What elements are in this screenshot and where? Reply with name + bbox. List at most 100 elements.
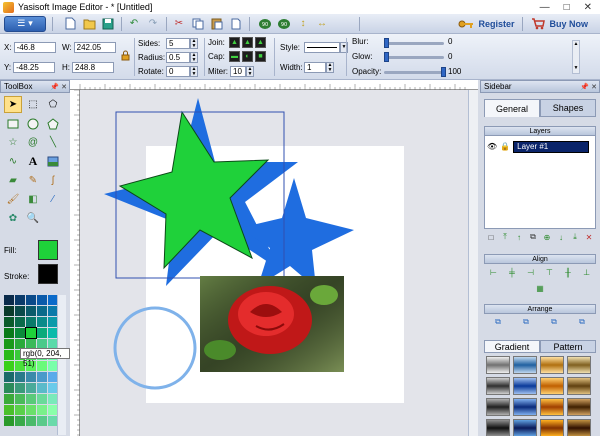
gradient-swatches[interactable] xyxy=(486,356,591,436)
lock-icon[interactable]: 🔒 xyxy=(500,142,510,151)
line-style-select[interactable] xyxy=(304,42,340,53)
brush-icon[interactable]: 🖌 xyxy=(4,191,22,208)
palette-swatch[interactable] xyxy=(4,372,14,382)
align-middle-icon[interactable]: ╫ xyxy=(563,267,573,277)
palette-swatch[interactable] xyxy=(37,372,47,382)
gradient-swatch[interactable] xyxy=(540,377,564,395)
palette-swatch[interactable] xyxy=(37,317,47,327)
height-input[interactable]: 248.8 xyxy=(72,62,114,73)
gradient-swatch[interactable] xyxy=(540,356,564,374)
flip-vertical-icon[interactable]: ↕ xyxy=(296,17,310,31)
blur-slider-thumb[interactable] xyxy=(384,38,389,48)
miter-input[interactable]: 10 xyxy=(230,66,246,77)
undo-icon[interactable]: ↶ xyxy=(127,17,141,31)
toolbar-scrollbar[interactable]: ▲ ▼ xyxy=(572,40,580,74)
pencil-icon[interactable]: ✎ xyxy=(24,172,42,189)
gradient-swatch[interactable] xyxy=(567,398,591,416)
bring-forward-icon[interactable]: ⧉ xyxy=(521,317,531,327)
gradient-swatch[interactable] xyxy=(513,419,537,436)
palette-swatch[interactable] xyxy=(26,394,36,404)
eyedropper-icon[interactable]: ⁄ xyxy=(44,191,62,208)
gradient-swatch[interactable] xyxy=(567,419,591,436)
rectangle-icon[interactable] xyxy=(4,115,22,132)
close-icon[interactable]: ✕ xyxy=(591,83,597,91)
delete-icon[interactable] xyxy=(229,17,243,31)
gradient-icon[interactable]: ✿ xyxy=(4,210,22,227)
palette-swatch[interactable] xyxy=(37,383,47,393)
palette-swatch[interactable] xyxy=(26,306,36,316)
palette-swatch[interactable] xyxy=(37,306,47,316)
align-left-icon[interactable]: ⊢ xyxy=(488,267,498,277)
radius-stepper[interactable]: ▲ ▼ xyxy=(190,52,198,63)
gradient-swatch[interactable] xyxy=(540,419,564,436)
move-layer-up-icon[interactable]: ↑ xyxy=(514,232,524,242)
gradient-swatch[interactable] xyxy=(513,377,537,395)
palette-swatch[interactable] xyxy=(26,405,36,415)
align-top-icon[interactable]: ⊤ xyxy=(544,267,554,277)
palette-swatch[interactable] xyxy=(37,328,47,338)
glow-slider-thumb[interactable] xyxy=(384,52,389,62)
rotate-stepper[interactable]: ▲ ▼ xyxy=(190,66,198,77)
bezier-icon[interactable]: ʃ xyxy=(44,172,62,189)
spiral-icon[interactable]: @ xyxy=(24,134,42,151)
star-icon[interactable]: ☆ xyxy=(4,134,22,151)
cap-square-button[interactable]: ■ xyxy=(255,51,266,62)
delete-layer-icon[interactable]: ✕ xyxy=(584,232,594,242)
copy-icon[interactable] xyxy=(191,17,205,31)
bring-to-front-icon[interactable]: ⧉ xyxy=(493,317,503,327)
tab-shapes[interactable]: Shapes xyxy=(540,99,596,117)
redo-icon[interactable]: ↷ xyxy=(146,17,160,31)
zoom-icon[interactable]: 🔍 xyxy=(24,210,42,227)
new-layer-icon[interactable]: □ xyxy=(486,232,496,242)
palette-swatch[interactable] xyxy=(4,405,14,415)
tab-pattern[interactable]: Pattern xyxy=(540,340,596,353)
duplicate-layer-icon[interactable]: ⧉ xyxy=(528,232,538,242)
layer-row[interactable]: 👁 🔒 Layer #1 xyxy=(487,140,593,153)
palette-swatch[interactable] xyxy=(15,317,25,327)
gradient-swatch[interactable] xyxy=(486,356,510,374)
y-input[interactable]: -48.25 xyxy=(13,62,56,73)
palette-swatch[interactable] xyxy=(37,295,47,305)
rose-image[interactable] xyxy=(200,276,344,372)
maximize-button[interactable]: □ xyxy=(564,2,570,13)
canvas-area[interactable] xyxy=(70,80,478,436)
eye-icon[interactable]: 👁 xyxy=(487,142,497,151)
palette-swatch[interactable] xyxy=(4,383,14,393)
gradient-swatch[interactable] xyxy=(486,377,510,395)
palette-swatch[interactable] xyxy=(4,317,14,327)
palette-swatch[interactable] xyxy=(15,306,25,316)
send-backward-icon[interactable]: ⧉ xyxy=(549,317,559,327)
tab-general[interactable]: General xyxy=(484,99,540,117)
move-layer-bottom-icon[interactable]: ⤓ xyxy=(570,232,580,242)
palette-scrollbar[interactable] xyxy=(57,295,66,435)
blue-small-star-shape[interactable] xyxy=(240,178,354,288)
move-layer-top-icon[interactable]: ⤒ xyxy=(500,232,510,242)
align-bottom-icon[interactable]: ⊥ xyxy=(582,267,592,277)
palette-swatch[interactable] xyxy=(26,383,36,393)
distribute-icon[interactable]: ▦ xyxy=(535,283,545,293)
sides-input[interactable]: 5 xyxy=(166,38,190,49)
palette-swatch[interactable] xyxy=(4,350,14,360)
width-input[interactable]: 242.05 xyxy=(73,42,116,53)
paste-icon[interactable] xyxy=(210,17,224,31)
gradient-swatch[interactable] xyxy=(486,419,510,436)
palette-swatch[interactable] xyxy=(25,327,37,339)
merge-layer-icon[interactable]: ⊕ xyxy=(542,232,552,242)
opacity-slider[interactable] xyxy=(384,71,444,74)
palette-swatch[interactable] xyxy=(4,328,14,338)
fill-color-swatch[interactable] xyxy=(38,240,58,260)
align-center-icon[interactable]: ╪ xyxy=(507,267,517,277)
palette-swatch[interactable] xyxy=(37,394,47,404)
palette-swatch[interactable] xyxy=(4,361,14,371)
palette-swatch[interactable] xyxy=(4,416,14,426)
gradient-swatch[interactable] xyxy=(513,398,537,416)
text-icon[interactable]: A xyxy=(24,153,42,170)
send-to-back-icon[interactable]: ⧉ xyxy=(577,317,587,327)
opacity-slider-thumb[interactable] xyxy=(441,67,446,77)
rotate-input[interactable]: 0 xyxy=(166,66,190,77)
lock-ratio-icon[interactable] xyxy=(121,50,130,63)
palette-swatch[interactable] xyxy=(26,372,36,382)
register-button[interactable]: Register xyxy=(458,18,514,30)
cut-icon[interactable]: ✂ xyxy=(172,17,186,31)
palette-swatch[interactable] xyxy=(15,394,25,404)
